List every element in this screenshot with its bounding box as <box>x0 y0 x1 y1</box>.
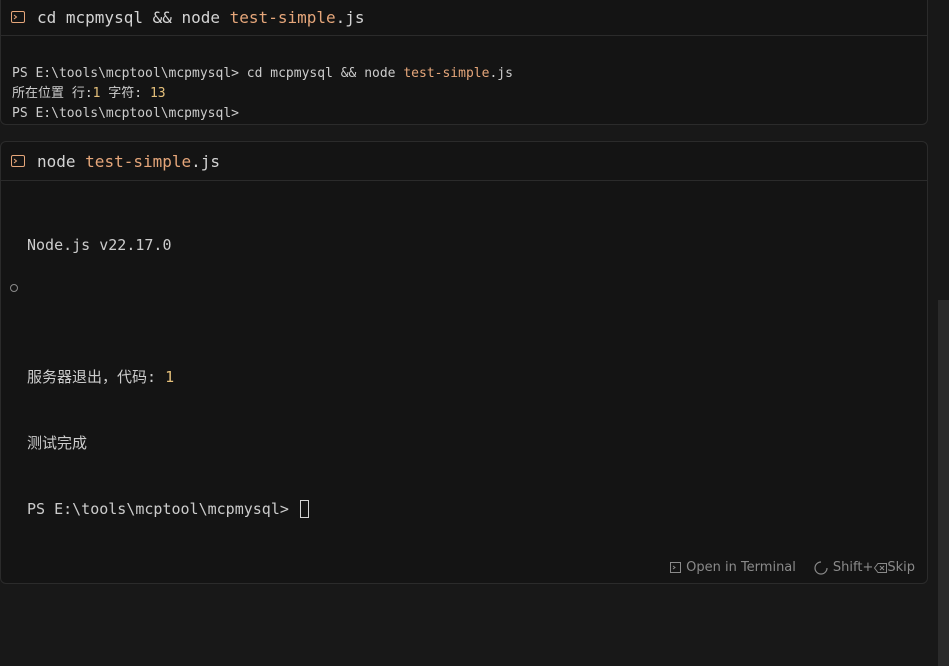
status-circle-icon <box>10 284 18 292</box>
cursor <box>299 500 309 518</box>
scrollbar[interactable] <box>938 300 949 666</box>
open-terminal-icon <box>670 562 682 573</box>
panel-footer: Open in Terminal Shift+ Skip <box>652 560 915 575</box>
terminal-icon <box>11 155 25 167</box>
panel-header[interactable]: cd mcpmysql && node test-simple .js <box>1 0 927 36</box>
node-version-line: Node.js v22.17.0 <box>27 236 172 254</box>
terminal-panel-previous: cd mcpmysql && node test-simple .js PS E:… <box>0 0 928 125</box>
terminal-output[interactable]: Node.js v22.17.0 服务器退出，代码: 1 测试完成 PS E:\… <box>1 181 927 564</box>
error-char-label: 字符: <box>100 86 150 101</box>
open-in-terminal-button[interactable]: Open in Terminal <box>670 560 796 575</box>
command-ext: .js <box>489 66 513 81</box>
prompt-text: PS E:\tools\mcptool\mcpmysql> cd mcpmysq… <box>12 66 404 81</box>
output-line-2: 所在位置 行:1 字符: 13 <box>12 84 927 104</box>
command-prefix: cd mcpmysql && node <box>37 7 230 27</box>
prompt-text: PS E:\tools\mcptool\mcpmysql> <box>27 500 298 518</box>
terminal-panel-current: node test-simple .js Node.js v22.17.0 服务器… <box>0 141 928 584</box>
error-location-label: 所在位置 行: <box>12 86 93 101</box>
command-filename: test-simple <box>229 7 336 27</box>
command-filename: test-simple <box>403 66 490 81</box>
exit-line: 服务器退出，代码: 1 <box>27 366 927 388</box>
skip-label: Skip <box>887 560 915 575</box>
terminal-icon <box>11 11 25 23</box>
error-char: 13 <box>149 86 166 101</box>
output-line-1: PS E:\tools\mcptool\mcpmysql> cd mcpmysq… <box>12 64 927 84</box>
command-filename: test-simple <box>85 151 192 171</box>
skip-shortcut-label: Shift+ <box>832 560 874 575</box>
loading-icon <box>814 560 828 575</box>
command-ext: .js <box>335 7 365 27</box>
open-in-terminal-label: Open in Terminal <box>686 560 796 575</box>
output-line-3: PS E:\tools\mcptool\mcpmysql> <box>12 106 239 121</box>
prompt-line[interactable]: PS E:\tools\mcptool\mcpmysql> <box>10 284 927 520</box>
done-line: 测试完成 <box>27 434 88 452</box>
exit-code: 1 <box>165 368 175 386</box>
skip-button[interactable]: Shift+ Skip <box>814 560 915 575</box>
command-prefix: node <box>37 151 86 171</box>
command-ext: .js <box>191 151 221 171</box>
backspace-icon <box>874 562 888 573</box>
exit-text: 服务器退出，代码: <box>27 368 166 386</box>
panel-header[interactable]: node test-simple .js <box>1 142 927 181</box>
